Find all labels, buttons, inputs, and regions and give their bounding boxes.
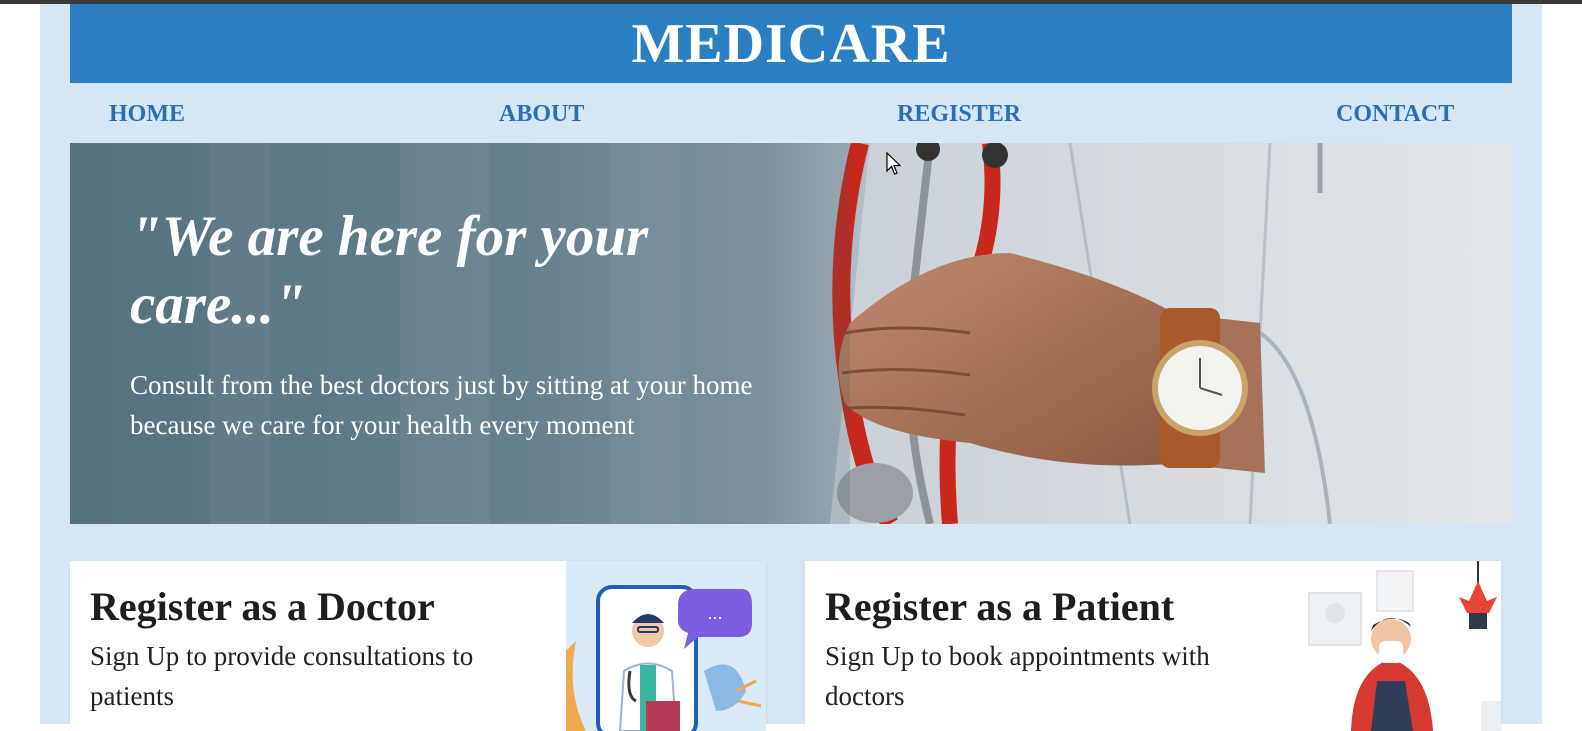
register-doctor-card[interactable]: Register as a Doctor Sign Up to provide … [70, 561, 766, 731]
mouse-pointer-icon [886, 152, 902, 175]
nav-home[interactable]: HOME [109, 101, 185, 128]
sick-patient-illustration [1301, 561, 1501, 731]
patient-card-title: Register as a Patient [825, 584, 1175, 629]
doctor-card-title: Register as a Doctor [90, 584, 435, 629]
nav-about[interactable]: ABOUT [499, 101, 584, 128]
page-container: MEDICARE HOME ABOUT REGISTER CONTACT "We… [40, 4, 1542, 731]
register-patient-card[interactable]: Register as a Patient Sign Up to book ap… [805, 561, 1501, 731]
patient-card-text: Sign Up to book appointments with doctor… [825, 641, 1210, 711]
hero-banner: "We are here for your care..." Consult f… [70, 143, 1512, 524]
nav-register[interactable]: REGISTER [897, 101, 1021, 128]
chat-bubble-dots: ... [707, 603, 722, 623]
hero-title: "We are here for your care..." [130, 205, 649, 336]
nav-contact[interactable]: CONTACT [1336, 101, 1454, 128]
hero-subtitle: Consult from the best doctors just by si… [130, 370, 753, 440]
main-nav: HOME ABOUT REGISTER CONTACT [70, 83, 1512, 143]
doctor-card-text: Sign Up to provide consultations to pati… [90, 641, 474, 711]
doctor-phone-illustration: ... [566, 561, 766, 731]
brand-title[interactable]: MEDICARE [631, 12, 950, 76]
header-banner: MEDICARE [70, 4, 1512, 83]
